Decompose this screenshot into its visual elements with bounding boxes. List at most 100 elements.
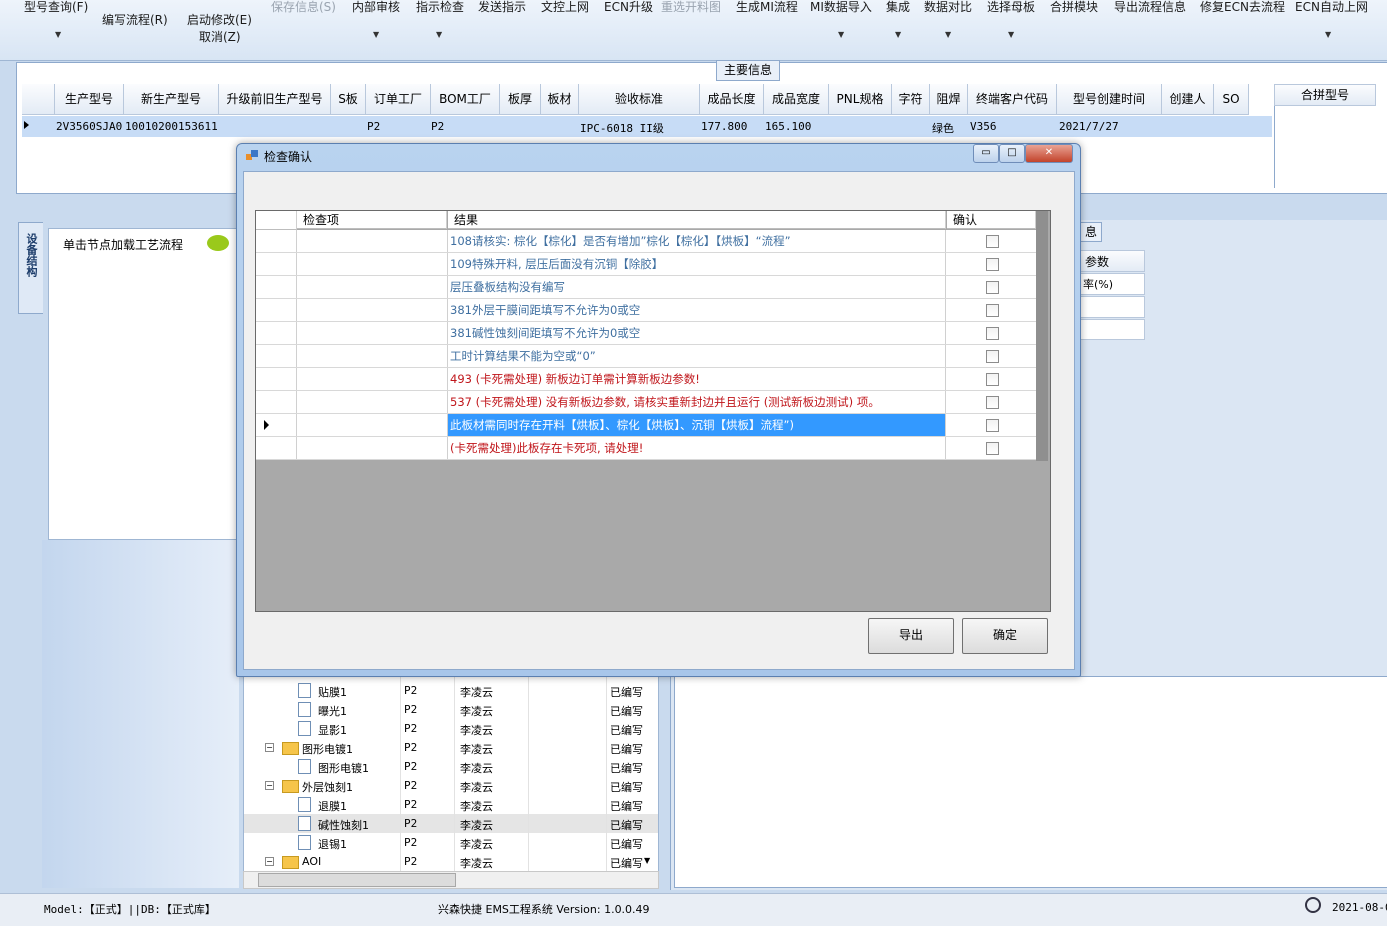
row-header[interactable] <box>256 345 297 367</box>
tree-node[interactable]: − AOI P2 李凌云 已编写 <box>244 852 658 871</box>
cell-check-item[interactable] <box>297 414 448 436</box>
col-header[interactable]: 字符 <box>892 84 930 115</box>
check-row[interactable]: 109特殊开料, 层压后面没有沉铜【除胶】 <box>256 253 1036 276</box>
cell-result[interactable]: 工时计算结果不能为空或“0” <box>448 345 946 367</box>
col-confirm[interactable]: 确认 <box>947 211 1036 229</box>
col-header[interactable]: 板材 <box>541 84 579 115</box>
cell-length[interactable]: 177.800 <box>701 120 747 133</box>
chevron-down-icon[interactable]: ▼ <box>373 30 379 39</box>
chevron-down-icon[interactable]: ▼ <box>895 30 901 39</box>
param-cell[interactable] <box>1080 296 1145 318</box>
param-cell[interactable] <box>1080 319 1145 340</box>
row-header[interactable] <box>256 437 297 459</box>
tree-node[interactable]: 碱性蚀刻1 P2 李凌云 已编写 <box>244 814 658 833</box>
cell-order-factory[interactable]: P2 <box>367 120 380 133</box>
menu-save-info[interactable]: 保存信息(S) <box>271 0 336 15</box>
col-header[interactable]: 阻焊 <box>930 84 968 115</box>
chat-bubble-icon[interactable] <box>207 235 229 251</box>
cell-result[interactable]: 537 (卡死需处理) 没有新板边参数, 请核实重新封边并且运行 (测试新板边测… <box>448 391 946 413</box>
menu-fix-ecn[interactable]: 修复ECN去流程 <box>1200 0 1285 15</box>
confirm-checkbox[interactable] <box>986 327 999 340</box>
row-header[interactable] <box>256 322 297 344</box>
cell-standard[interactable]: IPC-6018 II级 <box>580 120 664 136</box>
cell-model[interactable]: 2V3560SJA0 <box>56 120 122 133</box>
menu-ecn-upgrade[interactable]: ECN升级 <box>604 0 653 15</box>
tree-node[interactable]: 显影1 P2 李凌云 已编写 <box>244 719 658 738</box>
confirm-checkbox[interactable] <box>986 304 999 317</box>
row-header[interactable] <box>256 230 297 252</box>
close-button[interactable]: ✕ <box>1025 144 1073 163</box>
check-row[interactable]: 381碱性蚀刻间距填写不允许为0或空 <box>256 322 1036 345</box>
col-header[interactable]: 成品长度 <box>700 84 764 115</box>
cell-check-item[interactable] <box>297 253 448 275</box>
chevron-down-icon[interactable]: ▼ <box>1008 30 1014 39</box>
check-row[interactable]: (卡死需处理)此板存在卡死项, 请处理! <box>256 437 1036 460</box>
cell-result[interactable]: 层压叠板结构没有编写 <box>448 276 946 298</box>
maximize-button[interactable]: □ <box>999 144 1025 163</box>
menu-data-compare[interactable]: 数据对比 <box>924 0 972 15</box>
tab-device-structure[interactable]: 设备结构 <box>18 222 43 314</box>
chevron-down-icon[interactable]: ▼ <box>838 30 844 39</box>
col-header[interactable]: 终端客户代码 <box>968 84 1057 115</box>
scroll-thumb[interactable] <box>258 873 456 887</box>
menu-ecn-auto[interactable]: ECN自动上网 <box>1295 0 1368 15</box>
check-row[interactable]: 493 (卡死需处理) 新板边订单需计算新板边参数! <box>256 368 1036 391</box>
cell-result[interactable]: 108请核实: 棕化【棕化】是否有增加”棕化【棕化】【烘板】“流程” <box>448 230 946 252</box>
tree-node[interactable]: 退膜1 P2 李凌云 已编写 <box>244 795 658 814</box>
confirm-checkbox[interactable] <box>986 419 999 432</box>
tab-main-info[interactable]: 主要信息 <box>716 60 780 81</box>
col-header[interactable]: 生产型号 <box>55 84 124 115</box>
col-header[interactable]: 升级前旧生产型号 <box>219 84 331 115</box>
cell-check-item[interactable] <box>297 276 448 298</box>
cell-customer-code[interactable]: V356 <box>970 120 997 133</box>
check-row[interactable]: 381外层干膜间距填写不允许为0或空 <box>256 299 1036 322</box>
confirm-checkbox[interactable] <box>986 258 999 271</box>
cell-result[interactable]: 381碱性蚀刻间距填写不允许为0或空 <box>448 322 946 344</box>
minimize-button[interactable]: ▭ <box>973 144 999 163</box>
menu-doc-control[interactable]: 文控上网 <box>541 0 589 15</box>
chevron-down-icon[interactable]: ▼ <box>55 30 61 39</box>
cell-new-model[interactable]: 10010200153611 <box>125 120 218 133</box>
tree-horizontal-scrollbar[interactable] <box>243 871 659 889</box>
cell-check-item[interactable] <box>297 437 448 459</box>
menu-integrate[interactable]: 集成 <box>886 0 910 15</box>
cell-check-item[interactable] <box>297 368 448 390</box>
cell-check-item[interactable] <box>297 345 448 367</box>
col-header[interactable]: 型号创建时间 <box>1057 84 1162 115</box>
scroll-down-icon[interactable]: ▼ <box>644 856 650 865</box>
check-row[interactable]: 层压叠板结构没有编写 <box>256 276 1036 299</box>
menu-internal-audit[interactable]: 内部审核 <box>352 0 400 15</box>
tree-node[interactable]: − 外层蚀刻1 P2 李凌云 已编写 <box>244 776 658 795</box>
check-row[interactable]: 537 (卡死需处理) 没有新板边参数, 请核实重新封边并且运行 (测试新板边测… <box>256 391 1036 414</box>
menu-merge-module[interactable]: 合拼模块 <box>1050 0 1098 15</box>
col-header[interactable]: SO <box>1214 84 1249 115</box>
chevron-down-icon[interactable]: ▼ <box>945 30 951 39</box>
cell-check-item[interactable] <box>297 391 448 413</box>
col-header[interactable]: 订单工厂 <box>366 84 431 115</box>
cell-check-item[interactable] <box>297 230 448 252</box>
tree-node[interactable]: 贴膜1 P2 李凌云 已编写 <box>244 681 658 700</box>
cell-result[interactable]: 381外层干膜间距填写不允许为0或空 <box>448 299 946 321</box>
menu-model-query[interactable]: 型号查询(F) <box>24 0 88 15</box>
tree-node[interactable]: 图形电镀1 P2 李凌云 已编写 <box>244 757 658 776</box>
col-header[interactable]: 创建人 <box>1162 84 1214 115</box>
collapse-icon[interactable]: − <box>265 857 274 866</box>
check-row[interactable]: 此板材需同时存在开料【烘板】、棕化【烘板】、沉铜【烘板】流程”) <box>256 414 1036 437</box>
menu-mi-import[interactable]: MI数据导入 <box>810 0 872 15</box>
tab-info[interactable]: 息 <box>1080 222 1102 242</box>
chevron-down-icon[interactable]: ▼ <box>1325 30 1331 39</box>
menu-instruction-check[interactable]: 指示检查 <box>416 0 464 15</box>
collapse-icon[interactable]: − <box>265 781 274 790</box>
tree-node[interactable]: 曝光1 P2 李凌云 已编写 <box>244 700 658 719</box>
export-button[interactable]: 导出 <box>868 618 954 654</box>
grid-vertical-scrollbar[interactable] <box>1036 211 1048 461</box>
row-header[interactable] <box>256 368 297 390</box>
confirm-checkbox[interactable] <box>986 396 999 409</box>
col-check-item[interactable]: 检查项 <box>297 211 447 229</box>
chevron-down-icon[interactable]: ▼ <box>436 30 442 39</box>
merge-model-header[interactable]: 合拼型号 <box>1274 84 1376 106</box>
cell-result[interactable]: (卡死需处理)此板存在卡死项, 请处理! <box>448 437 946 459</box>
tree-node[interactable]: − 图形电镀1 P2 李凌云 已编写 <box>244 738 658 757</box>
cell-check-item[interactable] <box>297 299 448 321</box>
row-header[interactable] <box>256 253 297 275</box>
